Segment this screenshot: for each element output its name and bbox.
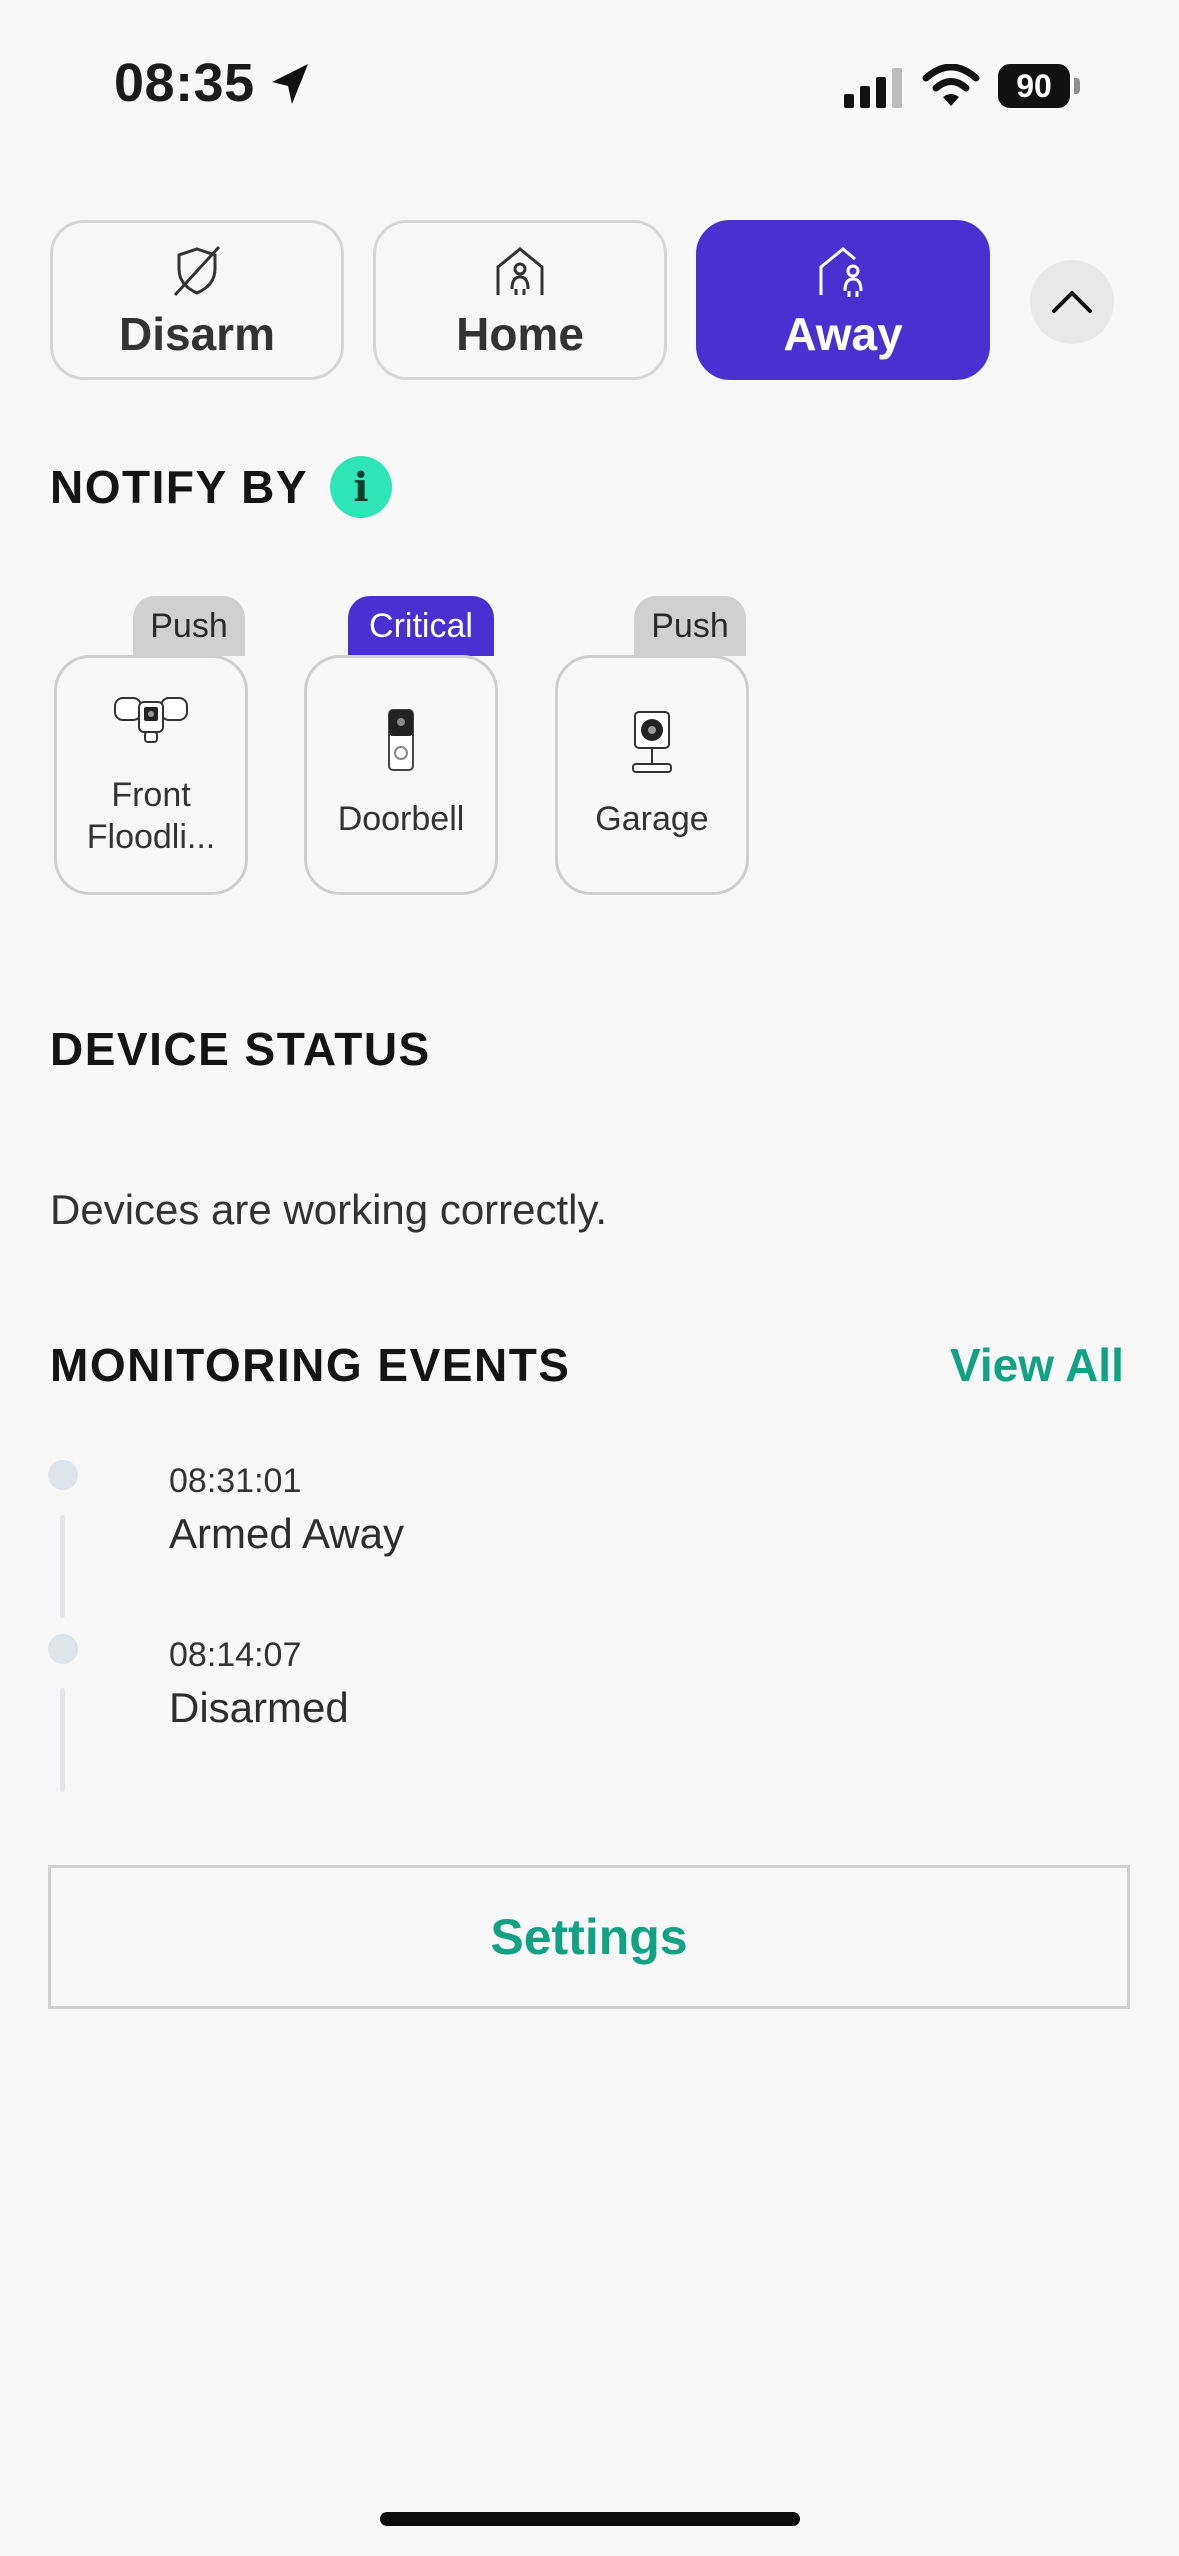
collapse-button[interactable] [1030,260,1114,344]
device-name-line2: Floodli... [86,818,216,856]
device-name-line1: Front [111,776,191,814]
home-button[interactable]: Home [373,220,667,380]
notify-tag-push: Push [634,596,746,656]
notify-tag-critical: Critical [348,596,494,656]
battery-level: 90 [998,64,1070,108]
timeline-line [60,1688,65,1792]
chevron-up-icon [1052,291,1092,313]
disarm-label: Disarm [119,308,275,360]
cellular-signal-icon [844,68,902,108]
view-all-link[interactable]: View All [950,1338,1124,1392]
device-card-garage[interactable]: Garage [555,655,749,895]
video-doorbell-icon [388,709,414,771]
device-status-title: DEVICE STATUS [50,1023,431,1075]
event-time: 08:14:07 [169,1636,302,1674]
wifi-icon [922,64,980,106]
location-arrow-icon [272,64,308,104]
device-card-front-floodlight[interactable]: Front Floodli... [54,655,248,895]
timeline-dot [48,1634,78,1664]
event-time: 08:31:01 [169,1462,302,1500]
away-label: Away [783,308,903,360]
device-status-text: Devices are working correctly. [50,1186,608,1233]
house-person-away-icon [819,247,863,297]
timeline-dot [48,1460,78,1490]
info-icon[interactable]: i [330,456,392,518]
home-label: Home [456,308,584,360]
shield-off-icon [173,245,221,297]
house-person-icon [496,247,544,295]
away-button[interactable]: Away [696,220,990,380]
event-title[interactable]: Disarmed [169,1684,349,1732]
battery-icon: 90 [998,64,1080,110]
device-card-doorbell[interactable]: Doorbell [304,655,498,895]
disarm-button[interactable]: Disarm [50,220,344,380]
notify-tag-push: Push [133,596,245,656]
monitoring-events-title: MONITORING EVENTS [50,1339,571,1391]
indoor-camera-icon [632,711,672,773]
status-time: 08:35 [114,53,255,113]
device-name: Garage [595,800,709,838]
settings-button[interactable]: Settings [48,1865,1130,2009]
device-name: Doorbell [337,800,465,838]
floodlight-camera-icon [114,697,188,743]
event-title[interactable]: Armed Away [169,1510,404,1558]
notify-by-title: NOTIFY BY [50,461,309,513]
timeline-line [60,1515,65,1618]
home-indicator[interactable] [380,2512,800,2526]
